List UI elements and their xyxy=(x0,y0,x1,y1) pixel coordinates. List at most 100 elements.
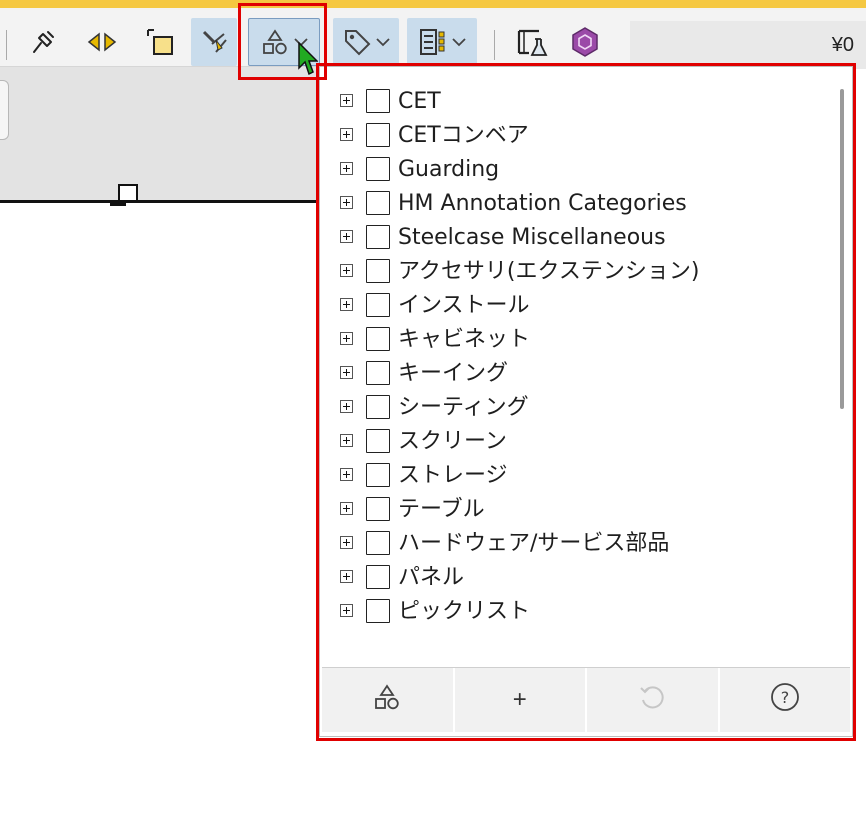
side-tab[interactable] xyxy=(0,80,9,140)
chevron-down-icon xyxy=(376,37,390,47)
category-tree-item[interactable]: テーブル xyxy=(320,493,836,527)
geometry-button[interactable] xyxy=(140,18,180,66)
category-checkbox[interactable] xyxy=(366,123,390,147)
category-label: ストレージ xyxy=(398,463,508,488)
expand-plus-icon[interactable] xyxy=(340,366,353,379)
category-checkbox[interactable] xyxy=(366,599,390,623)
expand-plus-icon[interactable] xyxy=(340,468,353,481)
category-checkbox[interactable] xyxy=(366,361,390,385)
price-panel: ¥0 xyxy=(630,21,866,69)
category-checkbox[interactable] xyxy=(366,429,390,453)
tag-icon xyxy=(342,27,372,57)
category-label: スクリーン xyxy=(398,429,507,454)
category-tree-item[interactable]: アクセサリ(エクステンション) xyxy=(320,255,836,289)
category-checkbox[interactable] xyxy=(366,463,390,487)
flask-icon xyxy=(515,25,549,59)
category-checkbox[interactable] xyxy=(366,89,390,113)
list-dropdown-button[interactable] xyxy=(407,18,477,66)
category-tree-item[interactable]: ブーラ・ボタン xyxy=(320,629,836,633)
undo-button[interactable] xyxy=(587,668,720,732)
chevron-down-icon xyxy=(452,37,466,47)
pin-icon xyxy=(29,28,57,56)
category-label: キャビネット xyxy=(398,327,531,352)
category-checkbox[interactable] xyxy=(366,225,390,249)
tools-icon xyxy=(198,26,230,58)
category-tree-item[interactable]: ハードウェア/サービス部品 xyxy=(320,527,836,561)
list-icon xyxy=(418,27,448,57)
expand-plus-icon[interactable] xyxy=(340,230,353,243)
drawing-mark xyxy=(110,203,126,206)
mouse-cursor xyxy=(298,41,319,83)
category-checkbox[interactable] xyxy=(366,157,390,181)
category-tree-item[interactable]: パネル xyxy=(320,561,836,595)
category-checkbox[interactable] xyxy=(366,497,390,521)
hexagon-button[interactable] xyxy=(564,18,606,66)
category-tree-item[interactable]: スクリーン xyxy=(320,425,836,459)
expand-plus-icon[interactable] xyxy=(340,196,353,209)
help-button[interactable]: ? xyxy=(719,668,850,732)
shapes-icon xyxy=(372,682,402,719)
title-accent-strip xyxy=(0,0,866,8)
expand-plus-icon[interactable] xyxy=(340,332,353,345)
category-tree-item[interactable]: キャビネット xyxy=(320,323,836,357)
expand-plus-icon[interactable] xyxy=(340,298,353,311)
category-tree-item[interactable]: ピックリスト xyxy=(320,595,836,629)
category-checkbox[interactable] xyxy=(366,565,390,589)
category-tree-item[interactable]: Guarding xyxy=(320,153,836,187)
expand-plus-icon[interactable] xyxy=(340,502,353,515)
category-tree-item[interactable]: Steelcase Miscellaneous xyxy=(320,221,836,255)
geometry-icon xyxy=(144,26,176,58)
drawing-area[interactable] xyxy=(0,67,330,203)
category-tree-item[interactable]: キーイング xyxy=(320,357,836,391)
expand-plus-icon[interactable] xyxy=(340,604,353,617)
pin-button[interactable] xyxy=(22,18,64,66)
expand-plus-icon[interactable] xyxy=(340,434,353,447)
tag-dropdown-button[interactable] xyxy=(333,18,399,66)
hexagon-icon xyxy=(569,26,601,58)
category-label: HM Annotation Categories xyxy=(398,191,687,216)
category-tree-item[interactable]: ストレージ xyxy=(320,459,836,493)
category-tree-item[interactable]: シーティング xyxy=(320,391,836,425)
flask-button[interactable] xyxy=(510,18,554,66)
category-tree-item[interactable]: CETコンベア xyxy=(320,119,836,153)
scrollbar[interactable] xyxy=(840,89,844,409)
help-label: ? xyxy=(781,688,790,707)
undo-icon xyxy=(637,682,667,719)
category-checkbox[interactable] xyxy=(366,191,390,215)
category-tree-item[interactable]: CET xyxy=(320,85,836,119)
expand-plus-icon[interactable] xyxy=(340,162,353,175)
shapes-button[interactable] xyxy=(322,668,455,732)
expand-plus-icon[interactable] xyxy=(340,536,353,549)
category-label: テーブル xyxy=(398,497,485,522)
category-label: アクセサリ(エクステンション) xyxy=(398,259,700,284)
dropdown-footer: + ? xyxy=(322,667,850,732)
category-label: シーティング xyxy=(398,395,529,420)
expand-plus-icon[interactable] xyxy=(340,264,353,277)
drawing-baseline xyxy=(0,200,330,203)
toolbar-separator xyxy=(6,30,7,60)
category-tree-item[interactable]: インストール xyxy=(320,289,836,323)
category-checkbox[interactable] xyxy=(366,259,390,283)
category-label: パネル xyxy=(398,565,465,590)
category-label: CET xyxy=(398,89,441,114)
category-checkbox[interactable] xyxy=(366,531,390,555)
category-label: CETコンベア xyxy=(398,123,529,148)
expand-plus-icon[interactable] xyxy=(340,570,353,583)
mirror-button[interactable] xyxy=(82,18,122,66)
expand-plus-icon[interactable] xyxy=(340,94,353,107)
expand-plus-icon[interactable] xyxy=(340,128,353,141)
category-label: Guarding xyxy=(398,157,500,182)
category-checkbox[interactable] xyxy=(366,395,390,419)
add-button[interactable]: + xyxy=(454,668,587,732)
mirror-icon xyxy=(85,30,119,54)
category-tree-item[interactable]: HM Annotation Categories xyxy=(320,187,836,221)
help-icon: ? xyxy=(769,681,801,720)
category-checkbox[interactable] xyxy=(366,327,390,351)
category-label: Steelcase Miscellaneous xyxy=(398,225,666,250)
category-dropdown-panel: CET CETコンベア Guarding HM Annotation Categori… xyxy=(319,66,853,737)
expand-plus-icon[interactable] xyxy=(340,400,353,413)
toolbar-separator xyxy=(494,30,495,60)
tools-button[interactable] xyxy=(191,18,237,66)
price-total: ¥0 xyxy=(831,34,854,56)
category-checkbox[interactable] xyxy=(366,293,390,317)
